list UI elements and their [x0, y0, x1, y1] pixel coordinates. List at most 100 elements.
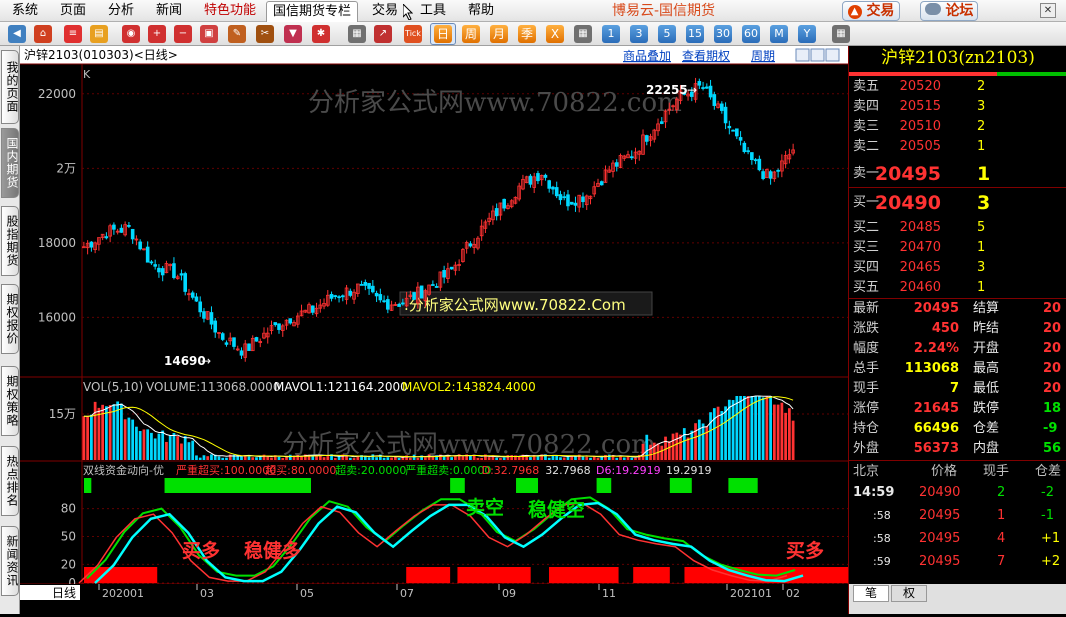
sidebar-tab-my-pages[interactable]: 我的页面 — [1, 50, 19, 124]
filter-icon[interactable]: ▼ — [284, 25, 302, 43]
candle-body — [697, 81, 702, 86]
pencil-icon[interactable]: ✎ — [228, 25, 246, 43]
menu-bar: 系统 页面 分析 新闻 特色功能 国信期货专栏 交易 工具 帮助 博易云-国信期… — [0, 0, 1066, 22]
period-x-button[interactable]: X — [546, 25, 564, 43]
period-m-button[interactable]: M — [770, 25, 788, 43]
volume-bar — [562, 457, 566, 460]
stat-label: 外盘 — [853, 441, 880, 456]
volume-bar — [619, 456, 622, 460]
volume-bar — [686, 437, 690, 460]
period-link[interactable]: 周期 — [751, 49, 775, 63]
period-30min-button[interactable]: 30 — [714, 25, 732, 43]
sidebar-tab-option-strategy[interactable]: 期权策略 — [1, 366, 19, 436]
forum-button[interactable]: 论坛 — [920, 1, 978, 21]
zoom-out-icon[interactable]: − — [174, 25, 192, 43]
candle-body — [712, 94, 717, 106]
volume-bar — [150, 432, 153, 460]
candle-body — [119, 227, 124, 233]
volume-bar — [502, 457, 506, 460]
ask-price: 20510 — [899, 119, 941, 134]
new-icon[interactable]: ✱ — [312, 25, 330, 43]
low-price-label: 14690 — [164, 354, 206, 368]
maximize-button[interactable] — [825, 48, 840, 62]
period-day-button[interactable]: 日 — [434, 25, 452, 43]
volume-bar — [90, 414, 93, 460]
bid-label: 买五 — [853, 280, 880, 295]
sidebar-tab-news[interactable]: 新闻资讯 — [1, 526, 19, 596]
menu-news[interactable]: 新闻 — [156, 0, 182, 22]
annotation-steady-long: 稳健多 — [244, 539, 301, 562]
target-icon[interactable]: ◉ — [122, 25, 140, 43]
stat-label-2: 仓差 — [973, 421, 1000, 436]
period-month-button[interactable]: 月 — [490, 25, 508, 43]
trade-button[interactable]: ▲ 交易 — [842, 1, 900, 21]
tick-row: 14:59 20490 2 -2 — [849, 483, 1066, 503]
table-icon[interactable]: ▦ — [348, 25, 366, 43]
calendar-icon[interactable]: ▦ — [574, 25, 592, 43]
line-chart-icon[interactable]: ↗ — [374, 25, 392, 43]
candle-body — [727, 125, 732, 129]
volume-bar — [210, 454, 213, 460]
sidebar-tab-hot-ranking[interactable]: 热点排名 — [1, 446, 19, 516]
sidebar-tab-option-quotes[interactable]: 期权报价 — [1, 284, 19, 354]
overlay-commodity-link[interactable]: 商品叠加 — [623, 48, 671, 63]
scroll-left-button[interactable] — [795, 48, 810, 62]
tab-trades[interactable]: 笔 — [853, 585, 889, 602]
menu-analysis[interactable]: 分析 — [108, 0, 134, 22]
candle-body — [599, 181, 604, 186]
tab-rights[interactable]: 权 — [891, 585, 927, 602]
volume-bar — [251, 457, 255, 460]
period-season-button[interactable]: 季 — [518, 25, 536, 43]
menu-tools[interactable]: 工具 — [420, 0, 446, 22]
stat-value-2: 20 — [1043, 361, 1062, 376]
overbought-band — [669, 478, 692, 493]
volume-bar — [735, 396, 739, 460]
menu-help[interactable]: 帮助 — [468, 0, 494, 22]
period-15min-button[interactable]: 15 — [686, 25, 704, 43]
period-week-button[interactable]: 周 — [462, 25, 480, 43]
period-3min-button[interactable]: 3 — [630, 25, 648, 43]
candle-body — [145, 246, 150, 263]
quote-list-icon[interactable]: ≡ — [64, 25, 82, 43]
menu-trade[interactable]: 交易 — [372, 0, 398, 22]
watermark-main: 分析家公式网www.70822.com — [308, 88, 682, 118]
home-icon[interactable]: ⌂ — [34, 25, 52, 43]
sidebar-tab-domestic-futures[interactable]: 国内期货 — [1, 128, 19, 198]
candle-body — [127, 225, 131, 227]
window-icon[interactable]: ▣ — [200, 25, 218, 43]
menu-system[interactable]: 系统 — [12, 0, 38, 22]
stat-row: 幅度 2.24% 开盘 20 — [849, 339, 1066, 359]
x-tick-label: 202001 — [102, 587, 144, 600]
volume-bar — [270, 457, 273, 460]
volume-bar — [487, 457, 491, 460]
candle-body — [310, 305, 315, 313]
period-60min-button[interactable]: 60 — [742, 25, 760, 43]
chart-canvas[interactable]: 沪锌2103(010303)<日线> 商品叠加 查看期权 周期 22000 2万 1… — [20, 46, 1066, 614]
volume-bar — [198, 457, 202, 460]
view-options-link[interactable]: 查看期权 — [682, 49, 730, 63]
scroll-right-button[interactable] — [810, 48, 825, 62]
volume-bar — [622, 457, 626, 460]
grid-icon[interactable]: ▦ — [832, 25, 850, 43]
folder-icon[interactable]: ▤ — [90, 25, 108, 43]
stat-row: 现手 7 最低 20 — [849, 379, 1066, 399]
menu-guoxin-column[interactable]: 国信期货专栏 — [266, 1, 359, 22]
candle-body — [198, 301, 203, 313]
candle-body — [701, 87, 705, 89]
bid-price: 20485 — [899, 220, 941, 235]
volume-bar — [157, 433, 161, 460]
menu-special[interactable]: 特色功能 — [204, 0, 256, 22]
tick-icon[interactable]: Tick — [404, 25, 422, 43]
ask-qty: 1 — [977, 139, 986, 154]
period-y-button[interactable]: Y — [798, 25, 816, 43]
sidebar-tab-index-futures[interactable]: 股指期货 — [1, 206, 19, 276]
candle-body — [708, 85, 713, 98]
menu-page[interactable]: 页面 — [60, 0, 86, 22]
period-5min-button[interactable]: 5 — [658, 25, 676, 43]
volume-bar — [630, 457, 634, 460]
back-icon[interactable]: ◀ — [8, 25, 26, 43]
tools-icon[interactable]: ✂ — [256, 25, 274, 43]
period-1min-button[interactable]: 1 — [602, 25, 620, 43]
window-close-button[interactable]: ✕ — [1040, 3, 1056, 18]
zoom-in-icon[interactable]: + — [148, 25, 166, 43]
